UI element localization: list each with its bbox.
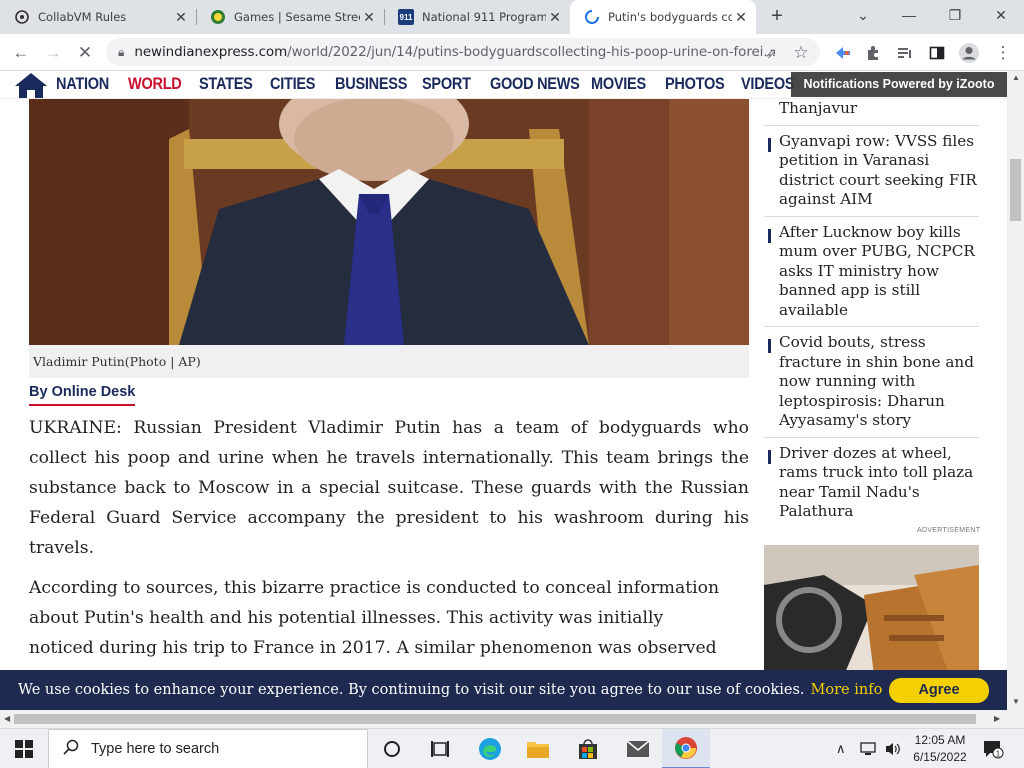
media-playlist-icon[interactable]	[892, 40, 918, 66]
edge-icon[interactable]	[466, 729, 514, 768]
cookie-message: We use cookies to enhance your experienc…	[18, 682, 805, 698]
mail-icon[interactable]	[614, 729, 662, 768]
tab-title: National 911 Program	[422, 10, 546, 24]
close-window-button[interactable]: ✕	[978, 0, 1024, 30]
nav-sport[interactable]: SPORT	[422, 75, 471, 94]
sidebar-headline[interactable]: Gyanvapi row: VVSS files petition in Var…	[764, 126, 979, 217]
vertical-scrollbar[interactable]: ▲ ▼	[1007, 71, 1024, 710]
photo-caption: Vladimir Putin(Photo | AP)	[29, 345, 749, 378]
horizontal-scrollbar[interactable]: ◀ ▶	[0, 710, 1024, 728]
more-info-link[interactable]: More info	[811, 682, 883, 698]
article-paragraph: UKRAINE: Russian President Vladimir Puti…	[29, 418, 749, 558]
bookmark-star-icon[interactable]: ☆	[788, 40, 814, 66]
share-icon[interactable]: ⇗	[758, 40, 784, 66]
nav-nation[interactable]: NATION	[56, 75, 109, 94]
911-icon: 911	[398, 9, 414, 25]
action-center-icon[interactable]: 1	[982, 729, 1004, 768]
tab-search-icon[interactable]: ⌄	[840, 0, 886, 30]
tab-title: Games | Sesame Street	[234, 10, 360, 24]
tab-title: Putin's bodyguards co	[608, 10, 732, 24]
sidebar-headline[interactable]: After Lucknow boy kills mum over PUBG, N…	[764, 217, 979, 327]
cookie-banner: We use cookies to enhance your experienc…	[0, 670, 1007, 710]
home-icon[interactable]	[14, 72, 48, 99]
advertisement-label: ADVERTISEMENT	[917, 527, 981, 534]
collabvm-icon	[14, 9, 30, 25]
tab-title: CollabVM Rules	[38, 10, 127, 24]
new-tab-button[interactable]: +	[765, 5, 789, 29]
restore-button[interactable]: ❐	[932, 0, 978, 30]
lock-icon[interactable]: 🔒︎	[118, 45, 124, 60]
extensions-puzzle-icon[interactable]	[860, 40, 886, 66]
tab-collabvm-rules[interactable]: CollabVM Rules ✕	[0, 0, 196, 34]
back-button[interactable]: ←	[8, 40, 34, 66]
article-photo	[29, 99, 749, 345]
extension-arrows-icon[interactable]	[830, 40, 856, 66]
network-icon[interactable]	[860, 729, 878, 768]
agree-button[interactable]: Agree	[889, 678, 989, 703]
forward-button[interactable]: →	[40, 40, 66, 66]
chrome-taskbar-icon[interactable]	[662, 729, 710, 768]
article-byline[interactable]: By Online Desk	[29, 384, 136, 406]
notification-count: 1	[996, 750, 1001, 759]
sidebar-headline[interactable]: Thanjavur	[764, 99, 979, 126]
tab-sesame-street[interactable]: Games | Sesame Street ✕	[196, 0, 384, 34]
article-body: UKRAINE: Russian President Vladimir Puti…	[29, 413, 749, 703]
nav-world[interactable]: WORLD	[128, 75, 182, 94]
microsoft-store-icon[interactable]	[564, 729, 612, 768]
tab-putins-bodyguards[interactable]: Putin's bodyguards co ✕	[570, 0, 756, 34]
nav-cities[interactable]: CITIES	[270, 75, 315, 94]
taskbar-search-box[interactable]: Type here to search	[48, 729, 368, 768]
clock-date: 6/15/2022	[913, 750, 967, 764]
nav-photos[interactable]: PHOTOS	[665, 75, 725, 94]
trending-sidebar: Thanjavur Gyanvapi row: VVSS files petit…	[764, 99, 979, 528]
file-explorer-icon[interactable]	[514, 729, 562, 768]
horizontal-scroll-thumb[interactable]	[14, 714, 976, 724]
close-tab-icon[interactable]: ✕	[546, 9, 564, 26]
scroll-left-arrow-icon[interactable]: ◀	[4, 714, 10, 723]
windows-taskbar: Type here to search ∧ 12:05 AM 6/15/2022…	[0, 728, 1024, 768]
close-tab-icon[interactable]: ✕	[360, 9, 378, 26]
sidebar-headline[interactable]: Covid bouts, stress fracture in shin bon…	[764, 327, 979, 438]
tab-strip: CollabVM Rules ✕ Games | Sesame Street ✕…	[0, 0, 1024, 34]
search-placeholder: Type here to search	[91, 741, 220, 757]
url-text: newindianexpress.com/world/2022/jun/14/p…	[134, 44, 776, 60]
cortana-icon[interactable]	[368, 729, 416, 768]
stop-loading-button[interactable]: ✕	[72, 40, 98, 66]
scroll-up-arrow-icon[interactable]: ▲	[1012, 73, 1020, 82]
tab-national-911[interactable]: 911 National 911 Program ✕	[384, 0, 570, 34]
windows-start-button[interactable]	[0, 729, 48, 768]
address-bar[interactable]: 🔒︎ newindianexpress.com/world/2022/jun/1…	[106, 38, 820, 66]
scroll-right-arrow-icon[interactable]: ▶	[994, 714, 1000, 723]
close-tab-icon[interactable]: ✕	[172, 9, 190, 26]
profile-avatar-icon[interactable]	[956, 40, 982, 66]
clock-time: 12:05 AM	[914, 733, 966, 747]
vertical-scroll-thumb[interactable]	[1010, 159, 1021, 221]
loading-spinner-icon	[584, 9, 600, 25]
system-clock[interactable]: 12:05 AM 6/15/2022	[900, 732, 980, 766]
chrome-menu-icon[interactable]: ⋮	[990, 40, 1016, 66]
nav-good-news[interactable]: GOOD NEWS	[490, 75, 580, 94]
sidebar-headline[interactable]: Driver dozes at wheel, rams truck into t…	[764, 438, 979, 528]
advertisement-image[interactable]	[764, 545, 979, 675]
nav-business[interactable]: BUSINESS	[335, 75, 407, 94]
scroll-down-arrow-icon[interactable]: ▼	[1012, 697, 1020, 706]
minimize-button[interactable]: —	[886, 0, 932, 30]
notification-banner[interactable]: Notifications Powered by iZooto	[791, 72, 1007, 97]
close-tab-icon[interactable]: ✕	[732, 9, 750, 26]
show-hidden-icons[interactable]: ∧	[836, 729, 846, 768]
browser-toolbar: ← → ✕ 🔒︎ newindianexpress.com/world/2022…	[0, 34, 1024, 71]
nav-movies[interactable]: MOVIES	[591, 75, 646, 94]
nav-videos[interactable]: VIDEOS	[741, 75, 795, 94]
task-view-icon[interactable]	[416, 729, 464, 768]
sesame-icon	[210, 9, 226, 25]
side-panel-icon[interactable]	[924, 40, 950, 66]
nav-states[interactable]: STATES	[199, 75, 253, 94]
search-icon	[63, 739, 79, 760]
